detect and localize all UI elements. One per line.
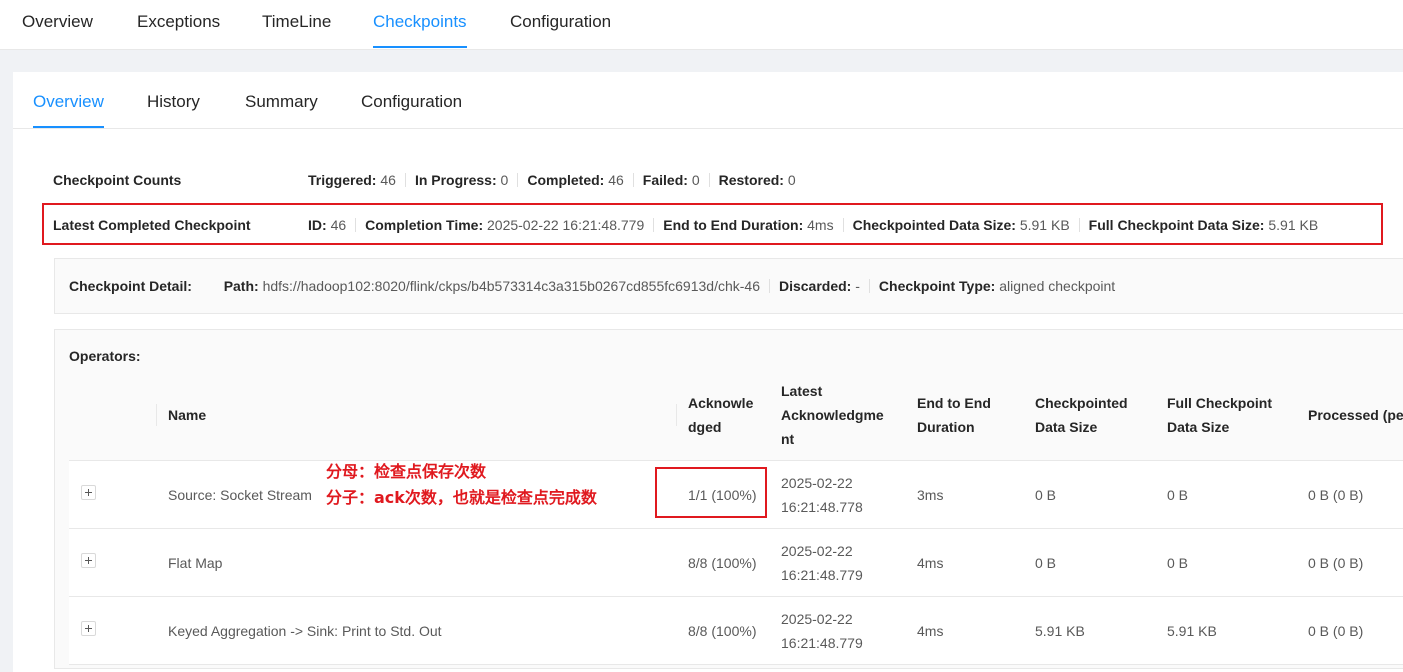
column-header-processed[interactable]: Processed (pe in-flight data — [1296, 370, 1403, 461]
restored-count: Restored: 0 — [718, 172, 796, 188]
triggered-count: Triggered: 46 — [308, 172, 396, 188]
annotation-denominator: 分母：检查点保存次数 — [326, 462, 487, 481]
column-header-checkpointed-size[interactable]: Checkpointed Data Size — [1023, 370, 1155, 461]
expand-column-header — [69, 370, 156, 461]
column-header-acknowledged[interactable]: Acknowle dged — [676, 370, 769, 461]
tab-checkpoints[interactable]: Checkpoints — [373, 0, 467, 48]
operator-checkpointed-size: 0 B — [1023, 528, 1155, 597]
expand-icon[interactable] — [81, 620, 96, 636]
column-header-name[interactable]: Name — [156, 370, 676, 461]
operator-checkpointed-size: 0 B — [1023, 460, 1155, 529]
operator-checkpointed-size: 5.91 KB — [1023, 596, 1155, 665]
checkpoint-detail: Checkpoint Detail: Path: hdfs://hadoop10… — [69, 259, 1115, 313]
operator-acknowledged: 8/8 (100%) — [676, 596, 769, 665]
tab-overview[interactable]: Overview — [22, 0, 93, 46]
operator-e2e-duration: 3ms — [905, 460, 1023, 529]
acknowledged-highlight — [655, 467, 767, 518]
operator-processed: 0 B (0 B) — [1296, 460, 1403, 529]
operator-acknowledged: 8/8 (100%) — [676, 528, 769, 597]
checkpoint-path: Path: hdfs://hadoop102:8020/flink/ckps/b… — [223, 278, 760, 294]
operator-latest-ack: 2025-02-22 16:21:48.779 — [769, 528, 905, 597]
expand-icon[interactable] — [81, 484, 96, 500]
operator-full-size: 5.91 KB — [1155, 596, 1296, 665]
operator-latest-ack: 2025-02-22 16:21:48.779 — [769, 596, 905, 665]
checkpoint-sub-tabs: Overview History Summary Configuration — [13, 72, 1403, 129]
operator-name: Flat Map — [156, 528, 676, 597]
table-row[interactable]: Keyed Aggregation -> Sink: Print to Std.… — [69, 596, 1403, 665]
expand-icon[interactable] — [81, 552, 96, 568]
operator-e2e-duration: 4ms — [905, 596, 1023, 665]
operator-processed: 0 B (0 B) — [1296, 596, 1403, 665]
operator-e2e-duration: 4ms — [905, 528, 1023, 597]
subtab-history[interactable]: History — [147, 72, 200, 127]
operator-full-size: 0 B — [1155, 460, 1296, 529]
operator-full-size: 0 B — [1155, 528, 1296, 597]
operators-header-row: Name Acknowle dged Latest Acknowledgme n… — [69, 370, 1403, 461]
failed-count: Failed: 0 — [642, 172, 700, 188]
subtab-configuration[interactable]: Configuration — [361, 72, 462, 127]
checkpoint-counts-title: Checkpoint Counts — [53, 172, 182, 188]
column-header-latest-ack[interactable]: Latest Acknowledgme nt — [769, 370, 905, 461]
subtab-summary[interactable]: Summary — [245, 72, 318, 127]
column-header-e2e-duration[interactable]: End to End Duration — [905, 370, 1023, 461]
subtab-overview[interactable]: Overview — [33, 72, 104, 128]
in-progress-count: In Progress: 0 — [414, 172, 509, 188]
tab-configuration[interactable]: Configuration — [510, 0, 611, 46]
operator-processed: 0 B (0 B) — [1296, 528, 1403, 597]
checkpoint-type: Checkpoint Type: aligned checkpoint — [878, 278, 1116, 294]
operators-label: Operators: — [69, 348, 141, 364]
table-row[interactable]: Flat Map 8/8 (100%) 2025-02-22 16:21:48.7… — [69, 528, 1403, 597]
operator-name: Keyed Aggregation -> Sink: Print to Std.… — [156, 596, 676, 665]
checkpoint-discarded: Discarded: - — [778, 278, 860, 294]
tab-exceptions[interactable]: Exceptions — [137, 0, 220, 46]
annotation-numerator: 分子：ack次数，也就是检查点完成数 — [326, 488, 597, 507]
checkpoint-detail-title: Checkpoint Detail: — [69, 278, 192, 294]
latest-checkpoint-highlight — [42, 203, 1383, 245]
tab-timeline[interactable]: TimeLine — [262, 0, 331, 46]
completed-count: Completed: 46 — [527, 172, 624, 188]
job-tabs: Overview Exceptions TimeLine Checkpoints… — [0, 0, 1403, 50]
operator-latest-ack: 2025-02-22 16:21:48.778 — [769, 460, 905, 529]
checkpoint-detail-box: Checkpoint Detail: Path: hdfs://hadoop10… — [54, 258, 1403, 314]
column-header-full-size[interactable]: Full Checkpoint Data Size — [1155, 370, 1296, 461]
